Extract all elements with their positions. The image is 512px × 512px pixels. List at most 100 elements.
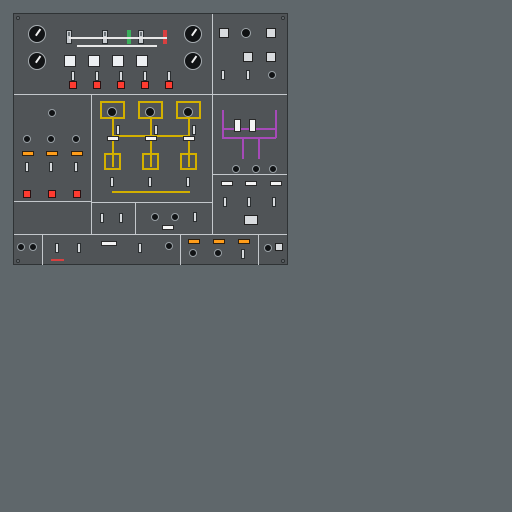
purple-line bbox=[222, 137, 276, 139]
warning-light-icon bbox=[238, 239, 250, 244]
top-left-section bbox=[14, 14, 212, 94]
gauge-icon bbox=[107, 107, 117, 117]
push-button-icon[interactable] bbox=[183, 136, 195, 141]
lower-center-right-section bbox=[136, 203, 212, 234]
toggle-switch-icon[interactable] bbox=[143, 71, 147, 81]
warning-light-icon bbox=[165, 81, 173, 89]
warning-light-icon bbox=[23, 190, 31, 198]
push-button-icon[interactable] bbox=[88, 55, 100, 67]
toggle-switch-icon[interactable] bbox=[49, 162, 53, 172]
gauge-icon bbox=[28, 52, 46, 70]
display-window bbox=[219, 28, 229, 38]
toggle-switch-icon[interactable] bbox=[55, 243, 59, 253]
knob-icon[interactable] bbox=[269, 165, 277, 173]
knob-icon[interactable] bbox=[268, 71, 276, 79]
toggle-switch-icon[interactable] bbox=[193, 212, 197, 222]
gauge-icon bbox=[145, 107, 155, 117]
push-button-icon[interactable] bbox=[112, 55, 124, 67]
right-lower-section bbox=[213, 175, 287, 234]
push-button-icon[interactable] bbox=[245, 181, 257, 186]
toggle-switch-icon[interactable] bbox=[167, 71, 171, 81]
warning-light-icon bbox=[71, 151, 83, 156]
gauge-icon bbox=[184, 52, 202, 70]
knob-icon[interactable] bbox=[252, 165, 260, 173]
toggle-switch-icon[interactable] bbox=[241, 249, 245, 259]
push-button-icon[interactable] bbox=[270, 181, 282, 186]
gauge-icon bbox=[241, 28, 251, 38]
knob-icon[interactable] bbox=[232, 165, 240, 173]
toggle-switch-icon[interactable] bbox=[272, 197, 276, 207]
toggle-switch-icon[interactable] bbox=[148, 177, 152, 187]
screw-icon bbox=[16, 259, 20, 263]
toggle-switch-icon[interactable] bbox=[223, 197, 227, 207]
knob-icon[interactable] bbox=[171, 213, 179, 221]
toggle-switch-icon[interactable] bbox=[110, 177, 114, 187]
knob-icon[interactable] bbox=[47, 135, 55, 143]
yellow-frame bbox=[104, 153, 121, 170]
bus-line bbox=[69, 37, 167, 39]
toggle-switch-icon[interactable] bbox=[221, 70, 225, 80]
top-right-section bbox=[213, 14, 287, 94]
gauge-icon bbox=[184, 25, 202, 43]
red-indicator-line bbox=[51, 259, 64, 261]
warning-light-icon bbox=[188, 239, 200, 244]
middle-left-section bbox=[14, 95, 91, 201]
toggle-switch-icon[interactable] bbox=[138, 243, 142, 253]
yellow-frame bbox=[180, 153, 197, 170]
warning-light-icon bbox=[22, 151, 34, 156]
push-button-icon[interactable] bbox=[234, 119, 241, 132]
toggle-switch-icon[interactable] bbox=[247, 197, 251, 207]
toggle-switch-icon[interactable] bbox=[186, 177, 190, 187]
knob-icon[interactable] bbox=[29, 243, 37, 251]
display-window bbox=[266, 28, 276, 38]
knob-icon[interactable] bbox=[72, 135, 80, 143]
toggle-switch-icon[interactable] bbox=[95, 71, 99, 81]
toggle-switch-icon[interactable] bbox=[74, 162, 78, 172]
toggle-switch-icon[interactable] bbox=[71, 71, 75, 81]
toggle-switch-icon[interactable] bbox=[154, 125, 158, 135]
knob-icon[interactable] bbox=[151, 213, 159, 221]
knob-icon[interactable] bbox=[189, 249, 197, 257]
knob-icon[interactable] bbox=[17, 243, 25, 251]
display-window bbox=[275, 243, 283, 251]
warning-light-icon bbox=[69, 81, 77, 89]
toggle-switch-icon[interactable] bbox=[119, 71, 123, 81]
screw-icon bbox=[16, 16, 20, 20]
push-button-icon[interactable] bbox=[221, 181, 233, 186]
knob-icon[interactable] bbox=[23, 135, 31, 143]
toggle-switch-icon[interactable] bbox=[25, 162, 29, 172]
push-button-icon[interactable] bbox=[64, 55, 76, 67]
push-button-icon[interactable] bbox=[162, 225, 174, 230]
gauge-icon bbox=[28, 25, 46, 43]
knob-icon[interactable] bbox=[214, 249, 222, 257]
knob-icon[interactable] bbox=[48, 109, 56, 117]
warning-light-icon bbox=[48, 190, 56, 198]
gauge-icon bbox=[183, 107, 193, 117]
toggle-switch-icon[interactable] bbox=[77, 243, 81, 253]
push-button-icon[interactable] bbox=[136, 55, 148, 67]
toggle-switch-icon[interactable] bbox=[116, 125, 120, 135]
toggle-switch-icon[interactable] bbox=[246, 70, 250, 80]
push-button-icon[interactable] bbox=[107, 136, 119, 141]
lower-center-left-section bbox=[92, 203, 135, 234]
toggle-switch-icon[interactable] bbox=[192, 125, 196, 135]
push-button-icon[interactable] bbox=[249, 119, 256, 132]
warning-light-icon bbox=[46, 151, 58, 156]
toggle-switch-icon[interactable] bbox=[100, 213, 104, 223]
yellow-line bbox=[112, 191, 190, 193]
display-window bbox=[244, 215, 258, 225]
warning-light-icon bbox=[93, 81, 101, 89]
overhead-control-panel bbox=[13, 13, 288, 265]
bottom-right-section bbox=[181, 235, 258, 265]
push-button-icon[interactable] bbox=[145, 136, 157, 141]
push-button-icon[interactable] bbox=[101, 241, 117, 246]
knob-icon[interactable] bbox=[165, 242, 173, 250]
knob-icon[interactable] bbox=[264, 244, 272, 252]
toggle-switch-icon[interactable] bbox=[119, 213, 123, 223]
purple-line bbox=[242, 138, 244, 159]
bus-line bbox=[77, 45, 157, 47]
yellow-frame bbox=[142, 153, 159, 170]
display-window bbox=[243, 52, 253, 62]
purple-line bbox=[258, 138, 260, 159]
warning-light-icon bbox=[73, 190, 81, 198]
